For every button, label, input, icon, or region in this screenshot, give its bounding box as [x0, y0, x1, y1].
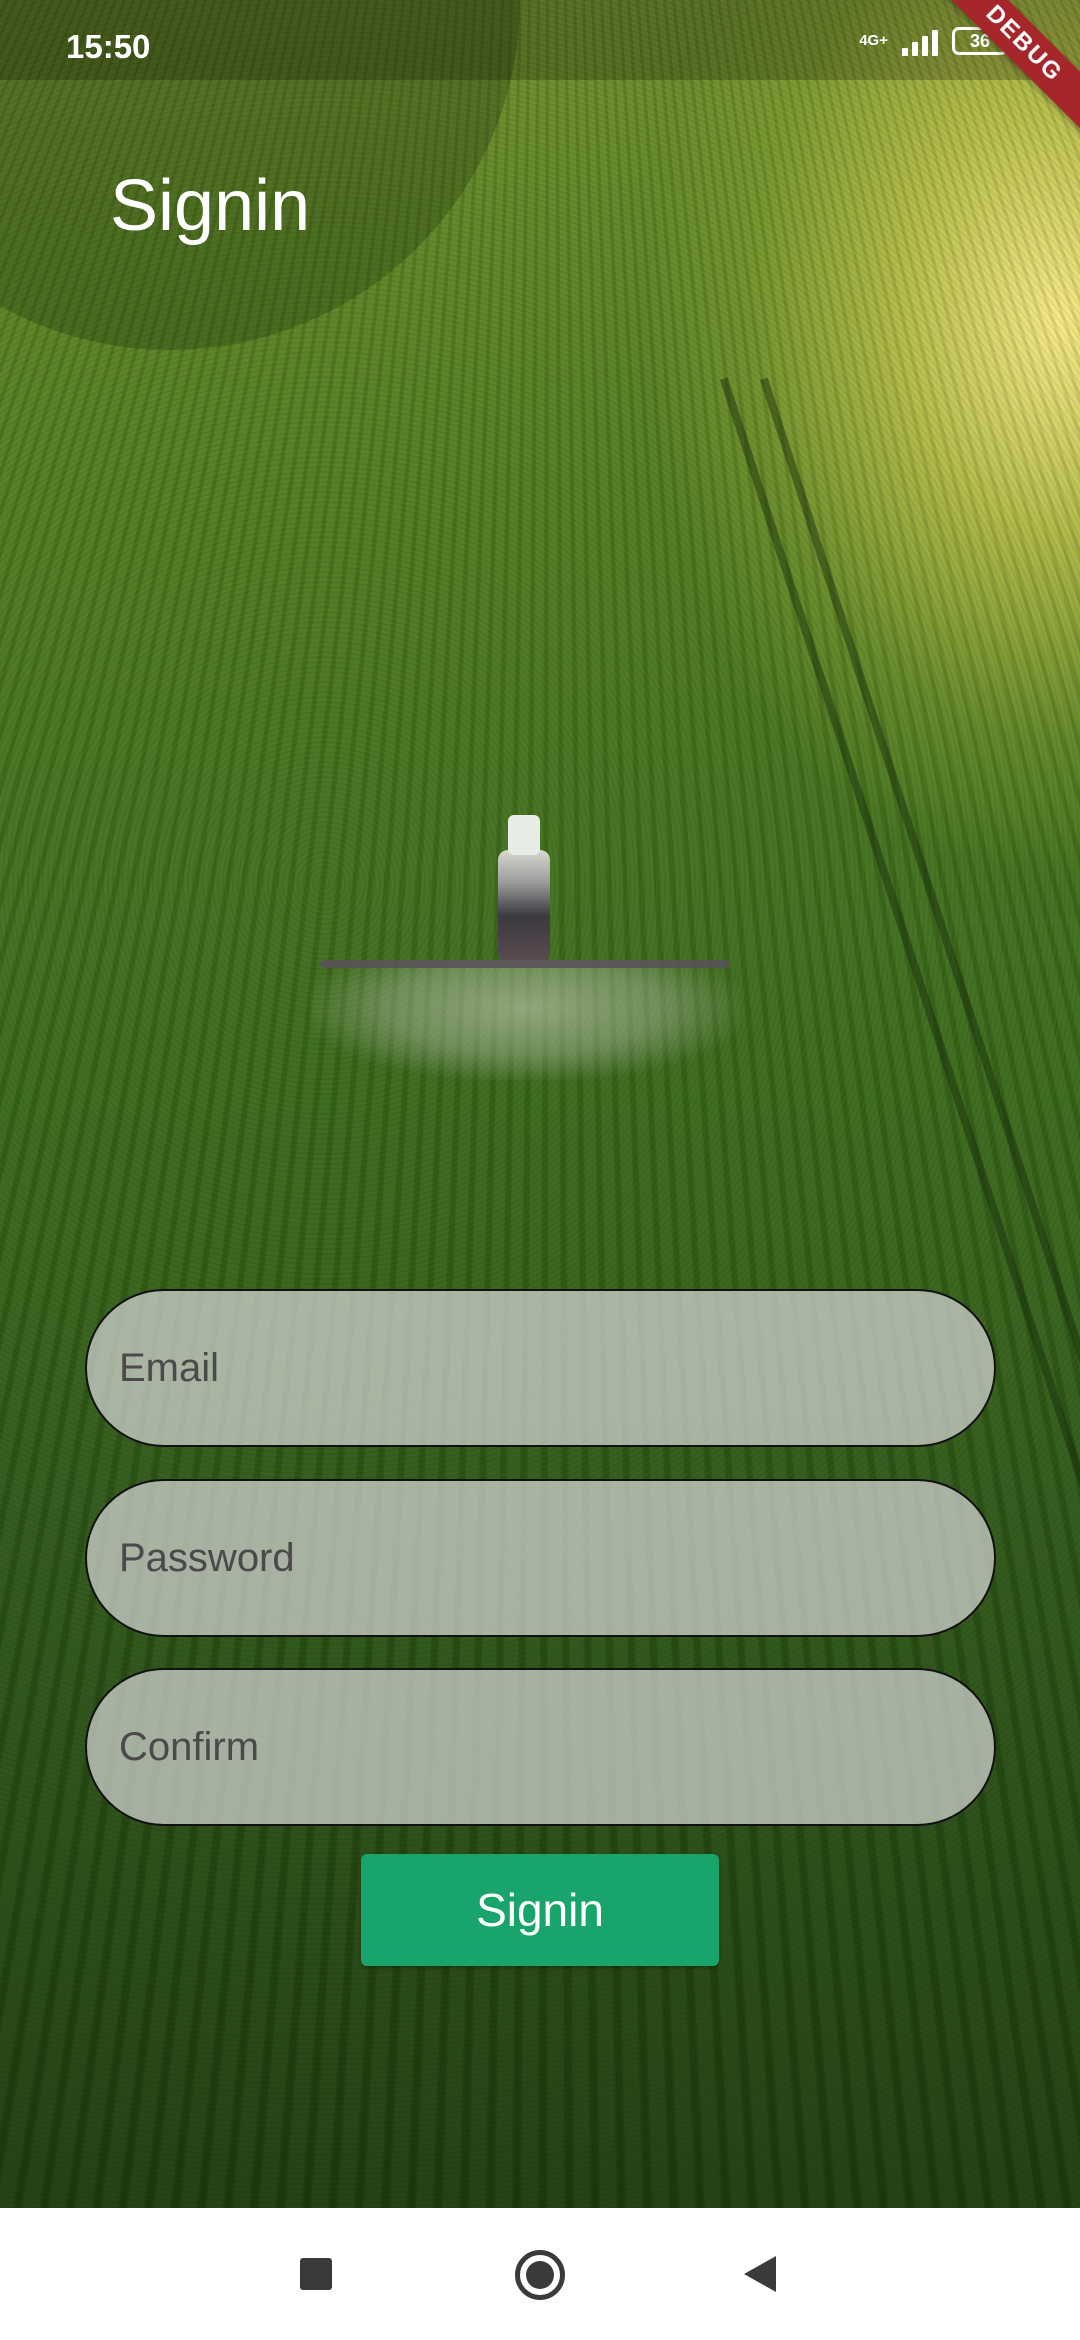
- square-icon[interactable]: [300, 2258, 332, 2290]
- password-input[interactable]: [87, 1481, 994, 1635]
- circle-icon[interactable]: [515, 2250, 565, 2300]
- confirm-password-field[interactable]: [85, 1668, 996, 1826]
- email-field[interactable]: [85, 1289, 996, 1447]
- page-title: Signin: [110, 166, 311, 246]
- navigation-bar: [0, 2208, 1080, 2340]
- signin-screen: 15:50 4G+ 36 DEBUG Signin Signin: [0, 0, 1080, 2340]
- spray-cloud: [310, 960, 740, 1080]
- email-input[interactable]: [87, 1291, 994, 1445]
- triangle-back-icon[interactable]: [744, 2256, 776, 2292]
- cellular-signal-icon: [902, 26, 938, 56]
- tractor-body: [498, 850, 550, 960]
- network-type-label: 4G+: [859, 32, 888, 49]
- confirm-password-input[interactable]: [87, 1670, 994, 1824]
- tractor-cab: [508, 815, 540, 855]
- status-bar: 15:50 4G+ 36: [0, 0, 1080, 80]
- tractor-sprayer-image: [310, 810, 740, 1130]
- password-field[interactable]: [85, 1479, 996, 1637]
- sprayer-boom: [320, 960, 730, 968]
- signin-button[interactable]: Signin: [361, 1854, 719, 1966]
- status-time: 15:50: [66, 28, 151, 65]
